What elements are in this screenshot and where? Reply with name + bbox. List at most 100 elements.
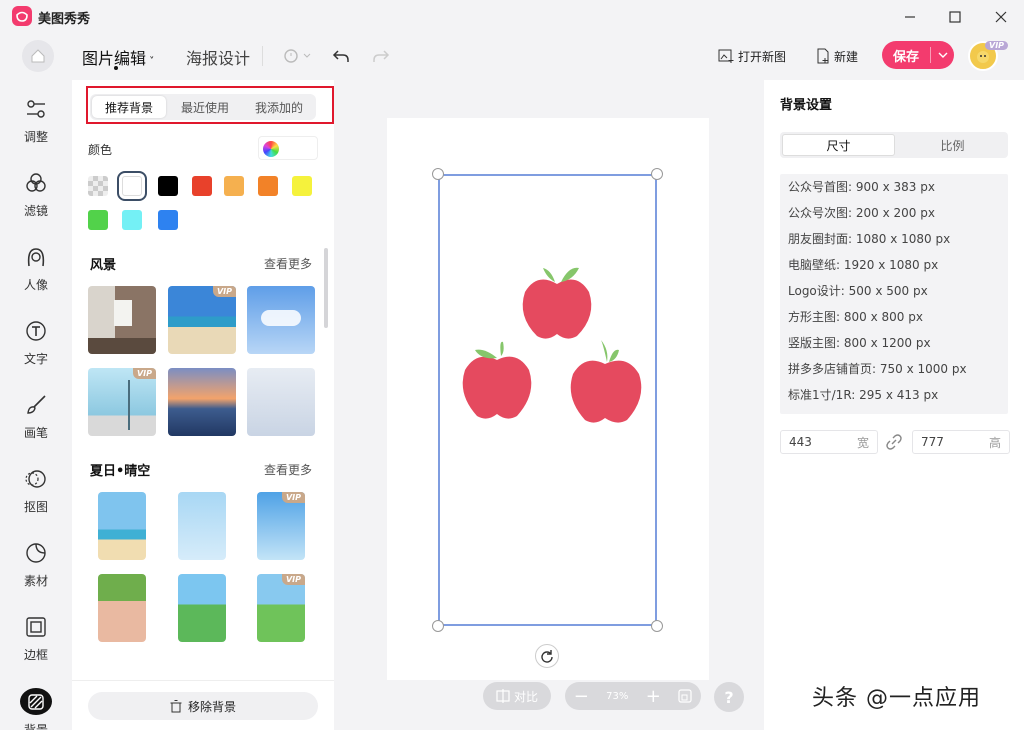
vip-badge: VIP (281, 574, 305, 585)
rail-item-adjust[interactable]: 调整 (8, 86, 64, 146)
color-wheel-icon (263, 141, 279, 157)
swatch-black[interactable] (158, 176, 178, 196)
tab-recommended[interactable]: 推荐背景 (92, 96, 166, 118)
bg-thumb-room[interactable] (88, 286, 156, 354)
bg-thumb-meadow[interactable] (178, 574, 226, 642)
preset-item[interactable]: 公众号首图: 900 x 383 px (780, 174, 1008, 200)
home-button[interactable] (22, 40, 54, 72)
frame-icon (23, 614, 49, 640)
rotate-button[interactable] (535, 644, 559, 668)
swatch-yellow[interactable] (292, 176, 312, 196)
tab-size[interactable]: 尺寸 (782, 134, 895, 156)
tool-rail: 调整 滤镜 人像 文字 画笔 抠图 素材 边框 背景 (0, 80, 72, 730)
preset-item[interactable]: 竖版主图: 800 x 1200 px (780, 330, 1008, 356)
link-ratio-icon[interactable] (886, 434, 902, 450)
filter-circles-icon (23, 170, 49, 196)
height-input[interactable]: 777 高 (912, 430, 1010, 454)
watermark-text: 头条 @一点应用 (812, 686, 981, 711)
open-new-image-button[interactable]: 打开新图 (718, 45, 786, 67)
tab-recent[interactable]: 最近使用 (168, 94, 242, 120)
swatch-orange[interactable] (258, 176, 278, 196)
background-panel: 推荐背景 最近使用 我添加的 颜色 风景 查看更多 VIP VIP 夏日•晴空 … (72, 80, 334, 730)
bg-thumb-sunset[interactable] (168, 368, 236, 436)
maximize-icon[interactable] (943, 6, 967, 28)
rail-item-material[interactable]: 素材 (8, 530, 64, 590)
swatch-transparent[interactable] (88, 176, 108, 196)
tab-poster-design[interactable]: 海报设计 (186, 45, 250, 69)
bg-thumb-summer-beach[interactable] (98, 492, 146, 560)
rail-item-filter[interactable]: 滤镜 (8, 160, 64, 220)
preset-item[interactable]: 方形主图: 800 x 800 px (780, 304, 1008, 330)
minimize-icon[interactable] (898, 6, 922, 28)
rail-item-cutout[interactable]: 抠图 (8, 456, 64, 516)
zoom-control: − 73% + (565, 682, 701, 710)
bg-thumb-flowers[interactable]: VIP (257, 574, 305, 642)
selection-box[interactable] (438, 174, 657, 626)
fit-screen-icon[interactable] (678, 689, 692, 703)
tab-my-added[interactable]: 我添加的 (242, 94, 316, 120)
history-icon[interactable] (280, 44, 314, 68)
bg-thumb-picnic[interactable] (98, 574, 146, 642)
new-button[interactable]: 新建 (816, 45, 858, 67)
rail-item-background[interactable]: 背景 (8, 678, 64, 730)
resize-handle-bl[interactable] (432, 620, 444, 632)
app-logo-icon (12, 6, 32, 26)
rail-item-frame[interactable]: 边框 (8, 604, 64, 664)
preset-item[interactable]: 拼多多店铺首页: 750 x 1000 px (780, 356, 1008, 382)
preset-item[interactable]: Logo设计: 500 x 500 px (780, 278, 1008, 304)
resize-handle-tl[interactable] (432, 168, 444, 180)
bg-thumb-beach[interactable]: VIP (168, 286, 236, 354)
undo-icon[interactable] (330, 44, 352, 68)
tab-image-edit[interactable]: 图片编辑 ˅ (82, 45, 154, 69)
close-icon[interactable] (989, 6, 1013, 28)
home-icon (31, 49, 45, 63)
rotate-icon (541, 650, 553, 663)
width-input[interactable]: 443 宽 (780, 430, 878, 454)
panel-scrollbar[interactable] (324, 248, 328, 328)
bg-thumb-pier[interactable]: VIP (88, 368, 156, 436)
settings-tabs: 尺寸 比例 (780, 132, 1008, 158)
save-dropdown-icon[interactable] (931, 51, 954, 59)
remove-background-button[interactable]: 移除背景 (88, 692, 318, 720)
trash-icon (170, 699, 182, 712)
swatch-blue[interactable] (158, 210, 178, 230)
swatch-white[interactable] (117, 171, 147, 201)
toolbar-divider (262, 46, 263, 66)
compare-button[interactable]: 对比 (483, 682, 551, 710)
size-preset-list: 公众号首图: 900 x 383 px 公众号次图: 200 x 200 px … (780, 174, 1008, 414)
bg-thumb-summer-sky[interactable] (178, 492, 226, 560)
bg-thumb-summer-clouds[interactable]: VIP (257, 492, 305, 560)
save-button[interactable]: 保存 (882, 41, 954, 69)
background-icon (20, 688, 52, 715)
section-title-scenery: 风景 (90, 258, 117, 273)
swatch-green[interactable] (88, 210, 108, 230)
zoom-in-icon[interactable]: + (646, 686, 661, 707)
rail-item-portrait[interactable]: 人像 (8, 234, 64, 294)
swatch-light-orange[interactable] (224, 176, 244, 196)
see-more-scenery[interactable]: 查看更多 (264, 255, 312, 272)
swatch-red[interactable] (192, 176, 212, 196)
swatch-cyan[interactable] (122, 210, 142, 230)
vip-badge: VIP (132, 368, 156, 379)
panel-divider (72, 680, 334, 681)
resize-handle-tr[interactable] (651, 168, 663, 180)
tab-ratio[interactable]: 比例 (897, 132, 1008, 158)
bg-thumb-mist[interactable] (247, 368, 315, 436)
brush-icon (23, 392, 49, 418)
bg-thumb-sky[interactable] (247, 286, 315, 354)
active-tab-dot (114, 66, 118, 70)
preset-item[interactable]: 公众号次图: 200 x 200 px (780, 200, 1008, 226)
preset-item[interactable]: 电脑壁纸: 1920 x 1080 px (780, 252, 1008, 278)
zoom-out-icon[interactable]: − (574, 686, 589, 707)
preset-item[interactable]: 朋友圈封面: 1080 x 1080 px (780, 226, 1008, 252)
portrait-icon (23, 244, 49, 270)
resize-handle-br[interactable] (651, 620, 663, 632)
redo-icon[interactable] (370, 44, 392, 68)
rail-item-text[interactable]: 文字 (8, 308, 64, 368)
help-button[interactable]: ? (714, 682, 744, 712)
preset-item[interactable]: 标准1寸/1R: 295 x 413 px (780, 382, 1008, 408)
see-more-summer[interactable]: 查看更多 (264, 461, 312, 478)
settings-title: 背景设置 (780, 98, 833, 113)
color-picker[interactable] (258, 136, 318, 160)
rail-item-brush[interactable]: 画笔 (8, 382, 64, 442)
